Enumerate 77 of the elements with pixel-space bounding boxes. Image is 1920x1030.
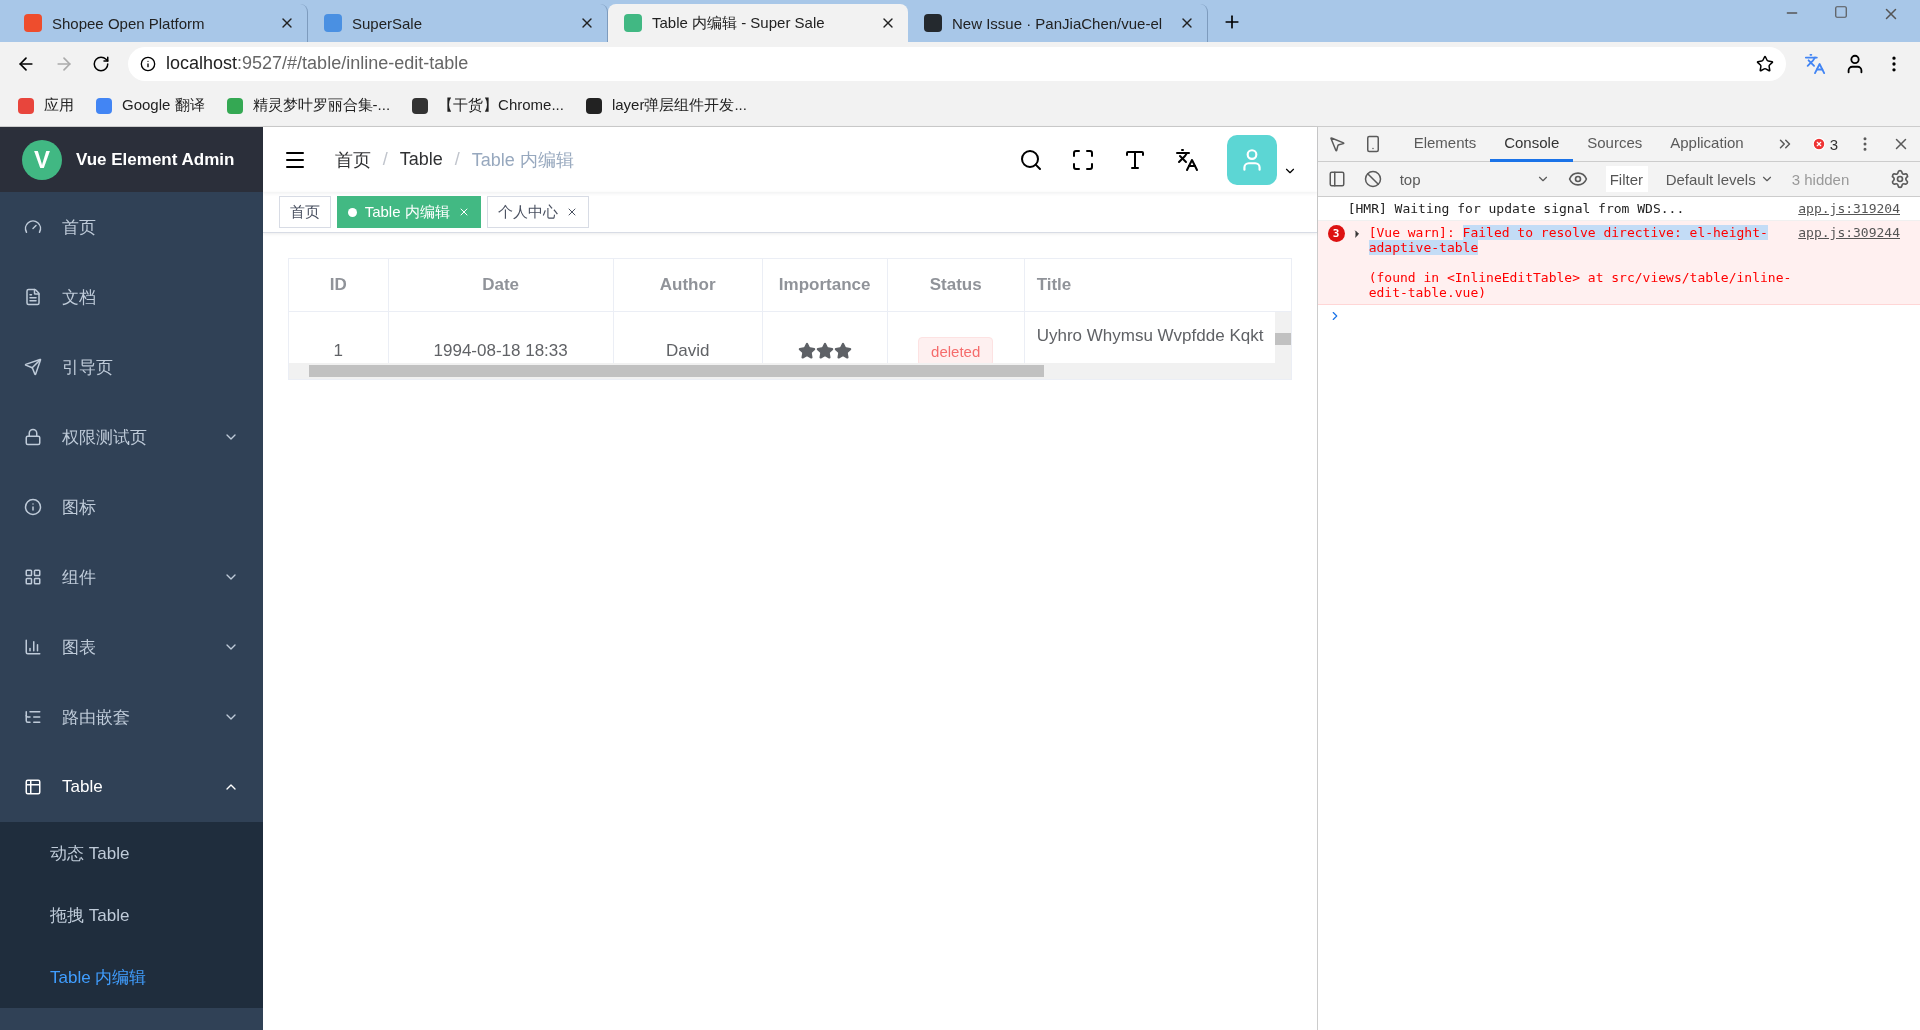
browser-tab[interactable]: Table 内编辑 - Super Sale xyxy=(608,4,908,42)
eye-icon[interactable] xyxy=(1567,169,1588,189)
sidebar-item[interactable]: Table xyxy=(0,752,263,822)
grid-icon xyxy=(24,568,42,586)
bookmark[interactable]: 精灵梦叶罗丽合集-... xyxy=(226,96,391,115)
settings-icon[interactable] xyxy=(1890,169,1910,189)
star-icon xyxy=(815,342,834,360)
sidebar-item[interactable]: 路由嵌套 xyxy=(0,682,263,752)
send-icon xyxy=(24,358,42,376)
bookmark[interactable]: 【干货】Chrome... xyxy=(412,96,564,115)
language-icon[interactable] xyxy=(1174,147,1199,172)
column-header: Date xyxy=(388,259,614,312)
source-link[interactable]: app.js:319204 xyxy=(1798,201,1900,216)
context-select[interactable]: top xyxy=(1399,170,1550,188)
message-text: (found in <InlineEditTable> at src/views/table/inline-edit-table.vue) xyxy=(1368,270,1793,300)
clear-icon[interactable] xyxy=(1363,170,1382,188)
lock-icon xyxy=(24,428,42,446)
sidebar-item[interactable]: 图标 xyxy=(0,472,263,542)
sidebar-item[interactable]: 权限测试页 xyxy=(0,402,263,472)
breadcrumb-separator: / xyxy=(454,149,460,170)
list-icon xyxy=(24,708,42,726)
reload-icon[interactable] xyxy=(92,54,110,73)
column-header: ID xyxy=(288,259,389,312)
column-header: Author xyxy=(613,259,763,312)
dot-icon xyxy=(347,207,357,217)
sidebar-item[interactable]: 首页 xyxy=(0,192,263,262)
breadcrumb-item: Table 内编辑 xyxy=(471,148,574,172)
star-icon xyxy=(797,342,816,360)
tag[interactable]: 首页 xyxy=(278,196,331,228)
message-text: [HMR] Waiting for update signal from WDS... xyxy=(1347,201,1685,216)
submenu-item[interactable]: 动态 Table xyxy=(0,822,263,884)
gauge-icon xyxy=(24,218,42,236)
logo: V xyxy=(22,139,62,180)
star-icon xyxy=(833,342,852,360)
column-header: Status xyxy=(887,259,1025,312)
info-icon xyxy=(24,498,42,516)
vertical-scrollbar[interactable] xyxy=(1274,312,1291,365)
inspect-icon[interactable] xyxy=(1327,135,1346,153)
hidden-count: 3 hidden xyxy=(1791,170,1850,188)
devtools-tab[interactable]: Sources xyxy=(1573,126,1657,162)
tag[interactable]: 个人中心 xyxy=(486,196,589,228)
search-icon[interactable] xyxy=(1018,147,1043,172)
devtools-tab[interactable]: Application xyxy=(1656,126,1758,162)
table-icon xyxy=(24,778,42,796)
sidebar-item[interactable]: 引导页 xyxy=(0,332,263,402)
address-field[interactable]: localhost:9527/#/table/inline-edit-table xyxy=(128,46,1786,81)
breadcrumb-item[interactable]: 首页 xyxy=(334,147,371,172)
levels-dropdown[interactable]: Default levels xyxy=(1665,170,1756,188)
info-icon[interactable] xyxy=(140,55,156,72)
sidebar-item[interactable]: 图表 xyxy=(0,612,263,682)
breadcrumb-separator: / xyxy=(382,149,388,170)
bookmark-star-icon[interactable] xyxy=(1756,54,1774,73)
column-header: Importance xyxy=(762,259,888,312)
restore-icon[interactable] xyxy=(1834,5,1848,19)
submenu-item[interactable]: 拖拽 Table xyxy=(0,884,263,946)
bar-chart-icon xyxy=(24,638,42,656)
sidebar-item[interactable]: 组件 xyxy=(0,542,263,612)
horizontal-scrollbar[interactable] xyxy=(288,363,1291,379)
app-title: Vue Element Admin xyxy=(76,149,235,170)
sidebar-item[interactable]: 文档 xyxy=(0,262,263,332)
bookmark[interactable]: layer弹层组件开发... xyxy=(585,96,747,115)
source-link[interactable]: app.js:309244 xyxy=(1798,225,1900,300)
devtools-tab[interactable]: Elements xyxy=(1399,126,1491,162)
message-text: [Vue warn]: Failed to resolve directive: el-height-adaptive-table xyxy=(1368,225,1769,255)
count-badge: 3 xyxy=(1327,225,1345,242)
bookmark[interactable]: 应用 xyxy=(18,96,74,115)
sidebar-toggle-icon[interactable] xyxy=(1327,170,1346,188)
bookmark[interactable]: Google 翻译 xyxy=(96,96,205,115)
error-icon xyxy=(1811,137,1826,151)
submenu-item[interactable]: Table 内编辑 xyxy=(0,946,263,1008)
translate-icon[interactable] xyxy=(1804,52,1826,75)
filter-field[interactable]: Filter xyxy=(1605,166,1648,192)
breadcrumb-item[interactable]: Table xyxy=(399,149,443,170)
document-icon xyxy=(24,288,42,306)
fullscreen-icon[interactable] xyxy=(1070,147,1095,172)
status-tag: deleted xyxy=(918,336,994,366)
error-counter[interactable]: 3 xyxy=(1811,135,1838,153)
